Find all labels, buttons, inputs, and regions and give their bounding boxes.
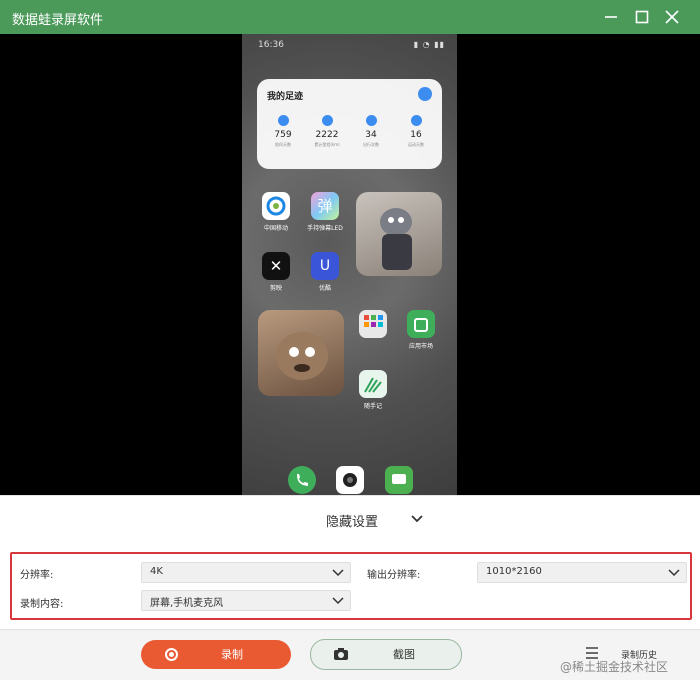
stat-item: 759 陪伴天数 <box>261 115 305 148</box>
china-mobile-icon <box>262 192 290 220</box>
window-title: 数据蛙录屏软件 <box>12 13 104 28</box>
record-button[interactable]: 录制 <box>141 640 291 669</box>
preview-area: 16:36 ▮ ◔ ▮▮ 我的足迹 759 陪伴天数 2222 累计里程(km)… <box>0 34 700 495</box>
status-icons: ▮ ◔ ▮▮ <box>413 40 445 49</box>
widget-title: 我的足迹 <box>267 92 304 102</box>
app-label: 手持弹幕LED <box>307 225 343 232</box>
app-label: 剪映 <box>269 285 282 292</box>
resolution-label: 分辨率: <box>20 570 54 581</box>
chevron-down-icon <box>668 569 680 577</box>
output-resolution-label: 输出分辨率: <box>367 570 421 581</box>
minimize-icon[interactable] <box>595 0 627 34</box>
app-market-icon <box>407 310 435 338</box>
chevron-down-icon <box>332 597 344 605</box>
title-bar: 数据蛙录屏软件 <box>0 0 700 34</box>
run-icon <box>410 115 422 126</box>
photo-widget-cat[interactable] <box>356 192 442 276</box>
stat-item: 2222 累计里程(km) <box>305 115 349 148</box>
compass-icon <box>321 115 333 126</box>
close-icon[interactable] <box>656 0 688 34</box>
chevron-down-icon <box>332 569 344 577</box>
stat-value: 2222 <box>315 130 339 140</box>
chevron-down-icon[interactable] <box>409 511 425 527</box>
app-label: 中国移动 <box>263 225 288 232</box>
settings-header[interactable]: 隐藏设置 <box>0 495 700 546</box>
youku-icon: U <box>311 252 339 280</box>
action-bar: 录制 截图 录制历史 @稀土掘金技术社区 <box>0 629 700 680</box>
barrage-icon: 弹 <box>311 192 339 220</box>
screenshot-button[interactable]: 截图 <box>310 639 462 670</box>
folder-icon <box>359 310 387 338</box>
stat-value: 759 <box>274 130 292 140</box>
footprint-widget: 我的足迹 759 陪伴天数 2222 累计里程(km) 34 出行次数 16 运… <box>257 79 442 169</box>
app-suishouji[interactable]: 随手记 <box>352 370 394 410</box>
widget-badge-icon <box>418 87 432 101</box>
maximize-icon[interactable] <box>626 0 658 34</box>
app-folder[interactable] <box>352 310 394 338</box>
camera-icon[interactable] <box>336 466 364 494</box>
suishouji-icon <box>359 370 387 398</box>
stat-item: 34 出行次数 <box>349 115 393 148</box>
hide-settings-label[interactable]: 隐藏设置 <box>326 511 378 530</box>
app-led-barrage[interactable]: 弹 手持弹幕LED <box>304 192 346 232</box>
phone-screen: 16:36 ▮ ◔ ▮▮ 我的足迹 759 陪伴天数 2222 累计里程(km)… <box>242 34 457 495</box>
clock-icon <box>365 115 377 126</box>
stat-label: 陪伴天数 <box>275 142 291 147</box>
stat-item: 16 运动天数 <box>394 115 438 148</box>
screenshot-label: 截图 <box>393 648 415 661</box>
app-china-mobile[interactable]: 中国移动 <box>255 192 297 232</box>
app-label: 随手记 <box>363 403 382 410</box>
photo-widget-cartoon[interactable] <box>258 310 344 396</box>
status-time: 16:36 <box>258 40 284 50</box>
content-select[interactable]: 屏幕,手机麦克风 <box>141 590 351 611</box>
stat-value: 34 <box>365 130 377 140</box>
stat-label: 出行次数 <box>363 142 379 147</box>
resolution-value: 4K <box>150 566 163 577</box>
calendar-icon <box>277 115 289 126</box>
stat-label: 运动天数 <box>408 142 424 147</box>
settings-panel: 分辨率: 4K 输出分辨率: 1010*2160 录制内容: 屏幕,手机麦克风 <box>0 545 700 629</box>
app-market[interactable]: 应用市场 <box>400 310 442 350</box>
watermark: @稀土掘金技术社区 <box>560 660 669 674</box>
camera-icon <box>334 648 348 660</box>
message-icon[interactable] <box>385 466 413 494</box>
settings-highlight-box: 分辨率: 4K 输出分辨率: 1010*2160 录制内容: 屏幕,手机麦克风 <box>10 552 692 620</box>
output-resolution-value: 1010*2160 <box>486 566 542 577</box>
app-capcut[interactable]: ✕ 剪映 <box>255 252 297 292</box>
app-youku[interactable]: U 优酷 <box>304 252 346 292</box>
stat-value: 16 <box>410 130 422 140</box>
capcut-icon: ✕ <box>262 252 290 280</box>
record-label: 录制 <box>221 648 243 661</box>
output-resolution-select[interactable]: 1010*2160 <box>477 562 687 583</box>
content-value: 屏幕,手机麦克风 <box>150 598 224 609</box>
resolution-select[interactable]: 4K <box>141 562 351 583</box>
phone-icon[interactable] <box>288 466 316 494</box>
stat-label: 累计里程(km) <box>314 142 340 147</box>
app-label: 应用市场 <box>408 343 433 350</box>
content-label: 录制内容: <box>20 599 64 610</box>
record-icon <box>165 648 178 661</box>
app-label: 优酷 <box>318 285 331 292</box>
